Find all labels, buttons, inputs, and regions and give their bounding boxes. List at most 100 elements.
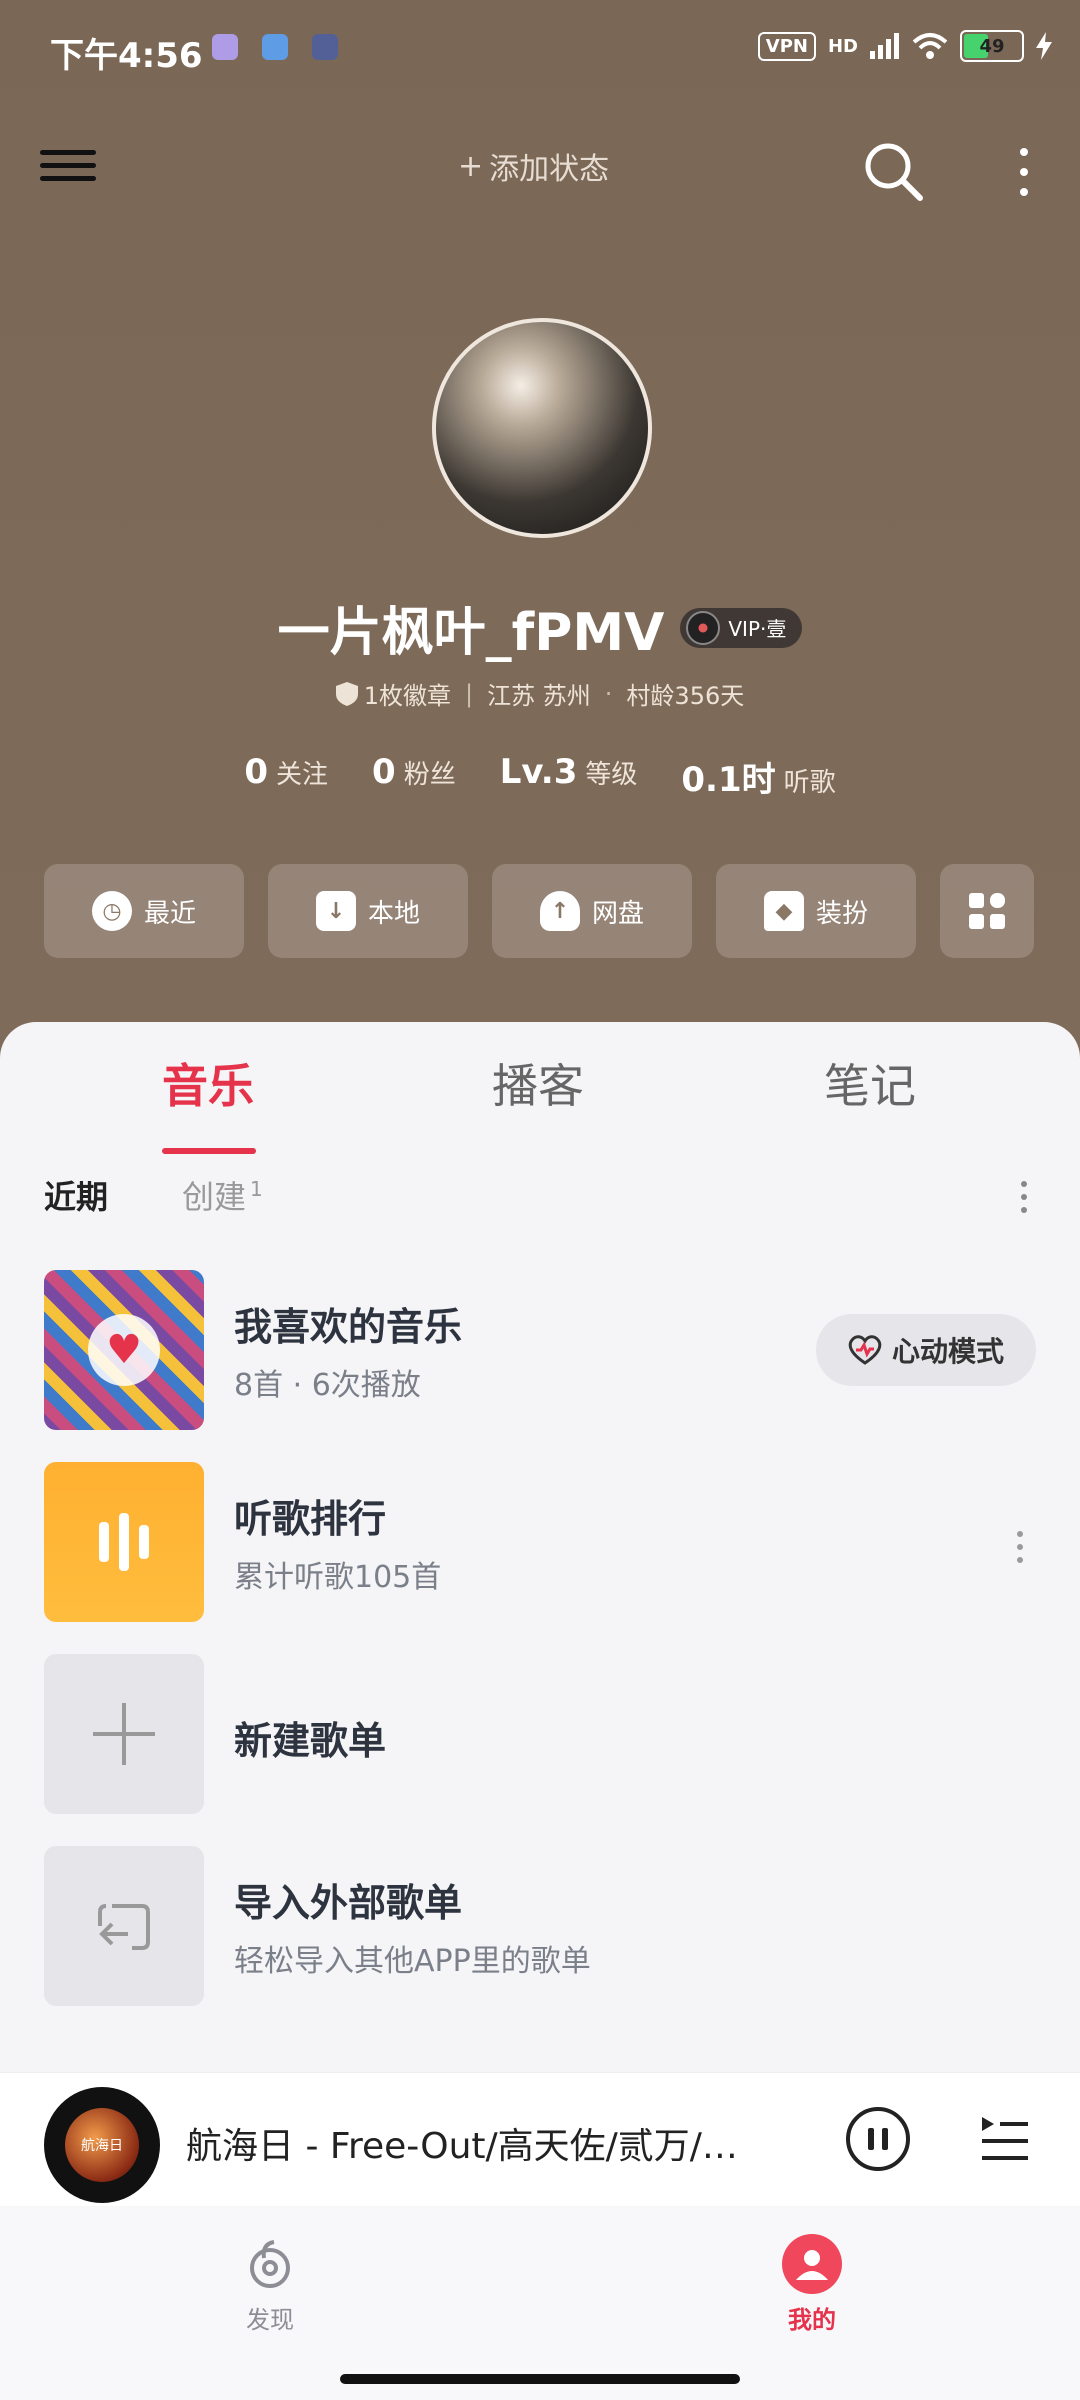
stat-level[interactable]: Lv.3 等级	[500, 752, 638, 801]
tab-podcast[interactable]: 播客	[492, 1050, 584, 1116]
dress-up-button[interactable]: ◆ 装扮	[716, 864, 916, 958]
list-item[interactable]: 听歌排行 累计听歌105首	[44, 1462, 1036, 1654]
list-item[interactable]: ♥ 我喜欢的音乐 8首 · 6次播放 心动模式	[44, 1270, 1036, 1462]
list-item[interactable]: 新建歌单	[44, 1654, 1036, 1846]
search-icon	[865, 143, 923, 201]
avatar[interactable]	[432, 318, 652, 538]
shirt-icon: ◆	[763, 891, 804, 931]
search-button[interactable]	[858, 136, 930, 208]
nav-label: 发现	[246, 2306, 294, 2334]
nickname-row: 一片枫叶_fPMV VIP·壹	[0, 590, 1080, 665]
profile-header-bar: + 添加状态	[0, 120, 1080, 220]
divider: |	[465, 679, 474, 708]
more-tools-button[interactable]	[940, 864, 1034, 958]
playlist-title: 我喜欢的音乐	[234, 1305, 463, 1349]
cloud-upload-icon: ↑	[539, 891, 580, 931]
add-status-label: 添加状态	[489, 152, 610, 187]
user-icon	[782, 2234, 842, 2294]
badge-count-button[interactable]: 1枚徽章	[335, 676, 451, 711]
stat-label: 听歌	[783, 768, 836, 798]
quick-label: 装扮	[815, 898, 868, 929]
ranking-cover	[44, 1462, 204, 1622]
more-vertical-icon	[1021, 1181, 1027, 1187]
subtab-recent[interactable]: 近期	[44, 1172, 108, 1218]
subtab-created[interactable]: 创建 1	[182, 1172, 263, 1218]
notification-app-icon	[312, 34, 338, 60]
vip-badge[interactable]: VIP·壹	[680, 607, 803, 648]
signal-icon	[870, 33, 899, 59]
bottom-navigation: 发现 我的	[0, 2206, 1080, 2400]
menu-icon	[40, 150, 96, 155]
plus-icon	[93, 1703, 155, 1765]
nav-discover[interactable]: 发现	[210, 2234, 330, 2335]
recent-button[interactable]: ◷ 最近	[44, 864, 244, 958]
tab-notes[interactable]: 笔记	[824, 1050, 916, 1116]
quick-label: 本地	[367, 898, 420, 929]
notification-app-icon	[262, 34, 288, 60]
quick-actions: ◷ 最近 ↓ 本地 ↑ 网盘 ◆ 装扮	[44, 864, 1036, 958]
heartbeat-mode-label: 心动模式	[891, 1335, 1004, 1368]
tab-music[interactable]: 音乐	[162, 1050, 254, 1116]
playlist-more-button[interactable]	[1012, 1172, 1036, 1222]
home-indicator[interactable]	[340, 2374, 740, 2384]
clock-icon: ◷	[91, 891, 132, 931]
stat-listening-time[interactable]: 0.1时 听歌	[681, 752, 835, 801]
now-playing-title[interactable]: 航海日 - Free-Out/高天佐/贰万/…	[186, 2117, 806, 2169]
quick-label: 网盘	[591, 898, 644, 929]
player-disc[interactable]: 航海日	[44, 2087, 160, 2203]
heartbeat-icon	[848, 1335, 882, 1365]
more-vertical-icon	[1020, 148, 1028, 156]
stat-value: Lv.3	[499, 752, 578, 792]
playlist-subtitle: 8首 · 6次播放	[234, 1368, 421, 1403]
stat-value: 0.1时	[681, 760, 776, 800]
wifi-icon	[912, 33, 948, 59]
divider: ·	[604, 679, 613, 708]
charging-icon	[1036, 32, 1052, 60]
import-playlist-cover	[44, 1846, 204, 2006]
item-more-button[interactable]	[1010, 1522, 1030, 1572]
plus-icon: +	[458, 148, 484, 184]
nav-mine[interactable]: 我的	[752, 2234, 872, 2335]
menu-button[interactable]	[40, 142, 96, 198]
hd-indicator: HD	[827, 35, 858, 57]
notification-icons	[212, 34, 338, 60]
download-icon: ↓	[315, 891, 356, 931]
stat-following[interactable]: 0 关注	[244, 752, 328, 801]
playlist-queue-button[interactable]	[980, 2111, 1030, 2167]
vpn-indicator: VPN	[757, 31, 816, 61]
vinyl-disc-icon	[686, 610, 721, 645]
import-icon	[98, 1904, 150, 1950]
active-tab-indicator	[162, 1148, 256, 1154]
album-art: 航海日	[65, 2108, 139, 2182]
status-bar: 下午4:56 VPN HD 49	[0, 0, 1080, 100]
playlist-list: ♥ 我喜欢的音乐 8首 · 6次播放 心动模式 听歌排行 累计听歌105首 新建…	[44, 1270, 1036, 2038]
playlist-title: 导入外部歌单	[234, 1881, 463, 1925]
battery-icon: 49	[960, 30, 1024, 62]
more-options-button[interactable]	[1004, 136, 1044, 208]
cloud-drive-button[interactable]: ↑ 网盘	[492, 864, 692, 958]
pause-button[interactable]	[846, 2107, 910, 2171]
liked-music-cover: ♥	[44, 1270, 204, 1430]
stat-value: 0	[244, 752, 269, 792]
playlist-title: 新建歌单	[234, 1719, 387, 1763]
more-vertical-icon	[1017, 1531, 1023, 1537]
playlist-title: 听歌排行	[234, 1497, 387, 1541]
mini-player[interactable]: 航海日 航海日 - Free-Out/高天佐/贰万/…	[0, 2072, 1080, 2207]
heartbeat-mode-button[interactable]: 心动模式	[816, 1314, 1036, 1386]
bar-chart-icon	[99, 1522, 109, 1562]
battery-level: 49	[979, 35, 1005, 57]
list-item[interactable]: 导入外部歌单 轻松导入其他APP里的歌单	[44, 1846, 1036, 2038]
location: 江苏 苏州	[487, 682, 591, 710]
discover-icon	[240, 2234, 300, 2294]
nickname[interactable]: 一片枫叶_fPMV	[278, 590, 665, 665]
add-status-button[interactable]: + 添加状态	[458, 144, 609, 188]
notification-app-icon	[212, 34, 238, 60]
village-age: 村龄356天	[626, 682, 745, 710]
vip-label: VIP·壹	[728, 617, 787, 641]
local-button[interactable]: ↓ 本地	[268, 864, 468, 958]
shield-badge-icon	[335, 681, 358, 706]
stat-followers[interactable]: 0 粉丝	[372, 752, 456, 801]
quick-label: 最近	[143, 898, 196, 929]
stat-label: 等级	[585, 760, 638, 790]
stat-value: 0	[372, 752, 396, 792]
